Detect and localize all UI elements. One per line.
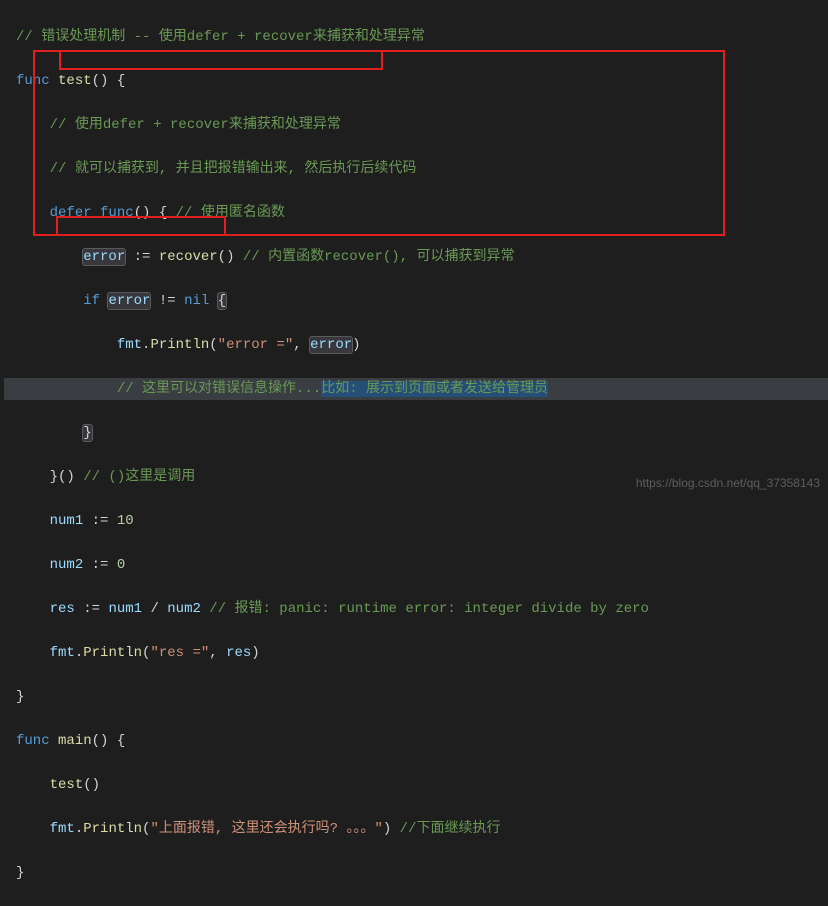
operator: := [83, 601, 100, 617]
identifier: res [50, 601, 75, 617]
code-line: } [4, 686, 828, 708]
keyword-nil: nil [184, 293, 209, 309]
comment: // 这里可以对错误信息操作... [117, 381, 321, 397]
comment-selected: 比如: 展示到页面或者发送给管理员 [321, 381, 548, 397]
brace: } [83, 425, 91, 441]
number: 10 [117, 513, 134, 529]
operator: != [159, 293, 176, 309]
paren-open: ( [142, 821, 150, 837]
code-line: func main() { [4, 730, 828, 752]
pkg-fmt: fmt [117, 337, 142, 353]
pkg-fmt: fmt [50, 821, 75, 837]
dot: . [75, 645, 83, 661]
brace: } [16, 865, 24, 881]
code-line: test() [4, 774, 828, 796]
code-editor: // 错误处理机制 -- 使用defer + recover来捕获和处理异常 f… [0, 0, 828, 906]
identifier-error: error [83, 249, 125, 265]
string: "res =" [150, 645, 209, 661]
func-println: Println [83, 645, 142, 661]
brace-call: }() [50, 469, 75, 485]
watermark: https://blog.csdn.net/qq_37358143 [636, 472, 820, 494]
code-line: if error != nil { [4, 290, 828, 312]
keyword-func: func [100, 205, 134, 221]
operator: / [142, 601, 167, 617]
identifier: res [226, 645, 251, 661]
comment: // 内置函数recover(), 可以捕获到异常 [234, 249, 514, 265]
number: 0 [117, 557, 125, 573]
brace: } [16, 689, 24, 705]
comment: //下面继续执行 [391, 821, 500, 837]
comment: // 就可以捕获到, 并且把报错输出来, 然后执行后续代码 [50, 161, 417, 177]
identifier: num1 [50, 513, 84, 529]
comma: , [293, 337, 310, 353]
punct: () { [134, 205, 168, 221]
identifier-error: error [108, 293, 150, 309]
keyword-defer: defer [50, 205, 92, 221]
comment: // 报错: panic: runtime error: integer div… [201, 601, 649, 617]
code-line: num1 := 10 [4, 510, 828, 532]
code-line: // 就可以捕获到, 并且把报错输出来, 然后执行后续代码 [4, 158, 828, 180]
operator: := [92, 557, 109, 573]
code-line: // 使用defer + recover来捕获和处理异常 [4, 114, 828, 136]
code-line: error := recover() // 内置函数recover(), 可以捕… [4, 246, 828, 268]
code-line: // 错误处理机制 -- 使用defer + recover来捕获和处理异常 [4, 26, 828, 48]
punct: () [218, 249, 235, 265]
paren-close: ) [352, 337, 360, 353]
dot: . [75, 821, 83, 837]
code-line: fmt.Println("上面报错, 这里还会执行吗? 。。。") //下面继续… [4, 818, 828, 840]
operator: := [134, 249, 151, 265]
punct: () [83, 777, 100, 793]
comment: // 使用匿名函数 [167, 205, 285, 221]
identifier-error: error [310, 337, 352, 353]
code-line: fmt.Println("error =", error) [4, 334, 828, 356]
keyword-func: func [16, 733, 50, 749]
punct: () { [92, 73, 126, 89]
func-println: Println [83, 821, 142, 837]
punct: () { [92, 733, 126, 749]
func-recover: recover [159, 249, 218, 265]
code-line: } [4, 422, 828, 444]
comma: , [209, 645, 226, 661]
code-line-highlighted: // 这里可以对错误信息操作...比如: 展示到页面或者发送给管理员 [4, 378, 828, 400]
code-line: } [4, 862, 828, 884]
comment: // 使用defer + recover来捕获和处理异常 [50, 117, 341, 133]
keyword-func: func [16, 73, 50, 89]
brace: { [218, 293, 226, 309]
code-line: num2 := 0 [4, 554, 828, 576]
code-line: func test() { [4, 70, 828, 92]
func-main: main [58, 733, 92, 749]
code-line: fmt.Println("res =", res) [4, 642, 828, 664]
pkg-fmt: fmt [50, 645, 75, 661]
func-call: test [50, 777, 84, 793]
identifier: num2 [50, 557, 84, 573]
func-name: test [58, 73, 92, 89]
paren-open: ( [142, 645, 150, 661]
string: "error =" [218, 337, 294, 353]
paren-close: ) [251, 645, 259, 661]
func-println: Println [150, 337, 209, 353]
code-line: res := num1 / num2 // 报错: panic: runtime… [4, 598, 828, 620]
code-line: defer func() { // 使用匿名函数 [4, 202, 828, 224]
paren-open: ( [209, 337, 217, 353]
keyword-if: if [83, 293, 100, 309]
comment: // 错误处理机制 -- 使用defer + recover来捕获和处理异常 [16, 29, 425, 45]
comment: // ()这里是调用 [75, 469, 195, 485]
operator: := [92, 513, 109, 529]
identifier: num2 [167, 601, 201, 617]
identifier: num1 [108, 601, 142, 617]
paren-close: ) [383, 821, 391, 837]
string: "上面报错, 这里还会执行吗? 。。。" [150, 821, 382, 837]
